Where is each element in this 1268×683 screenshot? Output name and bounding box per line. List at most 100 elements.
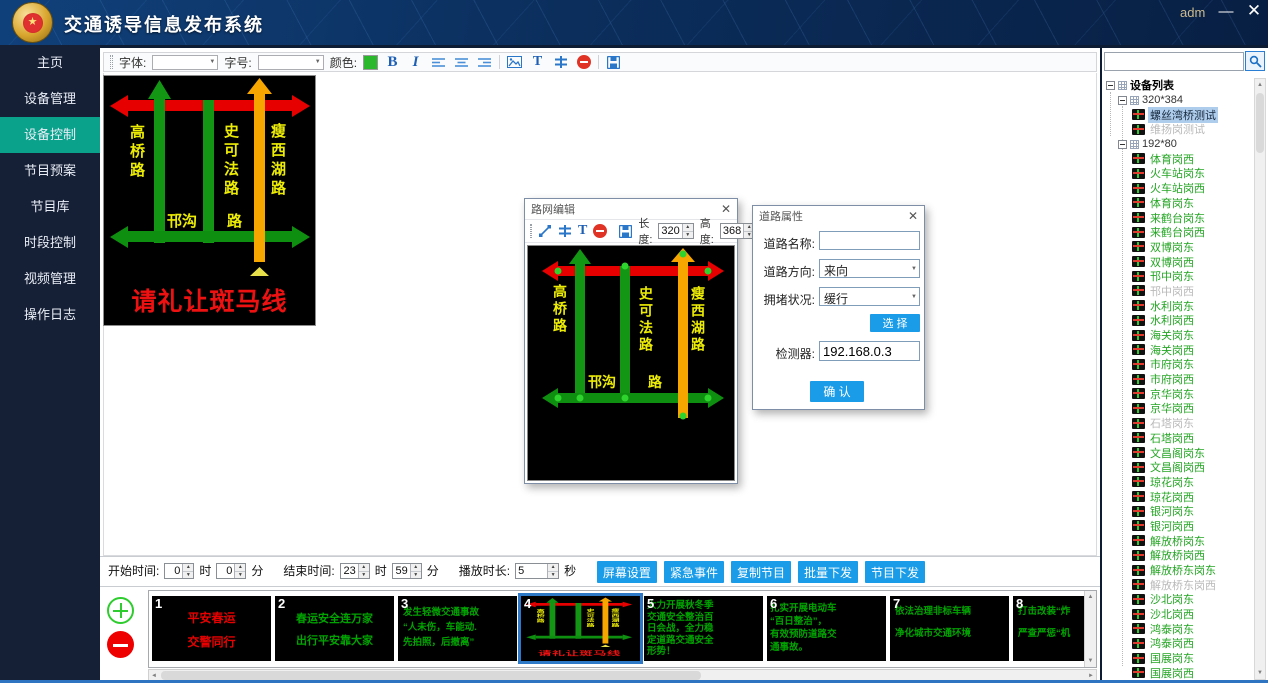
toolbar-drag-handle[interactable]	[530, 224, 532, 238]
action-button[interactable]: 批量下发	[798, 561, 858, 583]
road-network-canvas[interactable]: 高桥路 史可法路 瘦西湖路 邗沟 路	[527, 245, 735, 481]
device-item[interactable]: 螺丝湾桥测试	[1104, 107, 1254, 122]
device-item[interactable]: 维扬岗测试	[1104, 122, 1254, 137]
sidebar-item[interactable]: 操作日志	[0, 297, 100, 333]
spinner-up-icon[interactable]: ▲	[411, 564, 421, 572]
start-hour-spinner[interactable]: 0 ▲▼	[164, 563, 194, 579]
device-search-button[interactable]	[1245, 51, 1265, 71]
save-button[interactable]	[605, 54, 622, 70]
align-left-button[interactable]	[430, 54, 447, 70]
font-select[interactable]: ▼	[152, 55, 218, 70]
spinner-down-icon[interactable]: ▼	[183, 572, 193, 579]
device-item[interactable]: 双博岗西	[1104, 254, 1254, 269]
road-name-input[interactable]	[819, 231, 920, 250]
device-item[interactable]: 邗中岗西	[1104, 284, 1254, 299]
device-item[interactable]: 京华岗西	[1104, 401, 1254, 416]
device-search-input[interactable]	[1104, 52, 1244, 71]
device-item[interactable]: 琼花岗西	[1104, 489, 1254, 504]
device-group-192x80[interactable]: 192*80	[1104, 137, 1254, 152]
road-tool-button[interactable]	[558, 223, 572, 239]
device-item[interactable]: 鸿泰岗西	[1104, 636, 1254, 651]
device-item[interactable]: 石塔岗东	[1104, 416, 1254, 431]
sidebar-item[interactable]: 设备管理	[0, 81, 100, 117]
program-thumbnail[interactable]: 1 平安春运 交警同行	[152, 596, 271, 661]
program-thumbnail[interactable]: 5 大力开展秋冬季 交通安全整治百 日会战，全力稳 定道路交通安全 形势！	[644, 596, 763, 661]
delete-button[interactable]	[575, 54, 592, 70]
spinner-down-icon[interactable]: ▼	[683, 232, 693, 239]
close-icon[interactable]: ✕	[721, 202, 731, 216]
device-item[interactable]: 国展岗西	[1104, 666, 1254, 681]
device-item[interactable]: 银河岗东	[1104, 504, 1254, 519]
sidebar-item[interactable]: 时段控制	[0, 225, 100, 261]
device-item[interactable]: 京华岗东	[1104, 386, 1254, 401]
font-size-select[interactable]: ▼	[258, 55, 324, 70]
program-thumbnail[interactable]: 3 发生轻微交通事故 “人未伤，车能动. 先拍照，后撤离”	[398, 596, 517, 661]
sidebar-item[interactable]: 节目库	[0, 189, 100, 225]
device-item[interactable]: 市府岗东	[1104, 357, 1254, 372]
congestion-select[interactable]: 缓行 ▼	[819, 287, 920, 306]
road-tool-button[interactable]	[552, 54, 569, 70]
align-right-button[interactable]	[476, 54, 493, 70]
device-item[interactable]: 来鹤台岗东	[1104, 210, 1254, 225]
scroll-down-icon[interactable]: ▼	[1257, 669, 1263, 677]
detector-input[interactable]	[819, 341, 920, 361]
action-button[interactable]: 复制节目	[731, 561, 791, 583]
align-center-button[interactable]	[453, 54, 470, 70]
display-canvas[interactable]: 高桥路 史可法路 瘦西湖路 邗沟 路 请礼让斑马线	[103, 75, 316, 326]
add-program-button[interactable]	[107, 597, 134, 624]
draw-line-tool[interactable]	[538, 223, 552, 239]
device-item[interactable]: 水利岗西	[1104, 313, 1254, 328]
sidebar-item[interactable]: 节目预案	[0, 153, 100, 189]
program-thumbnail[interactable]: 7 依法治理非标车辆 净化城市交通环境	[890, 596, 1009, 661]
spinner-down-icon[interactable]: ▼	[411, 572, 421, 579]
scroll-right-icon[interactable]: ►	[1088, 672, 1094, 680]
delete-button[interactable]	[593, 223, 607, 239]
device-item[interactable]: 来鹤台岗西	[1104, 225, 1254, 240]
insert-image-button[interactable]	[506, 54, 523, 70]
spinner-up-icon[interactable]: ▲	[235, 564, 245, 572]
action-button[interactable]: 紧急事件	[664, 561, 724, 583]
spinner-up-icon[interactable]: ▲	[183, 564, 193, 572]
spinner-down-icon[interactable]: ▼	[359, 572, 369, 579]
device-item[interactable]: 解放桥东岗东	[1104, 563, 1254, 578]
close-icon[interactable]: ✕	[908, 209, 918, 223]
device-group-320x384[interactable]: 320*384	[1104, 93, 1254, 108]
collapse-icon[interactable]	[1118, 96, 1127, 105]
device-item[interactable]: 火车站岗西	[1104, 181, 1254, 196]
action-button[interactable]: 屏幕设置	[597, 561, 657, 583]
device-item[interactable]: 海关岗西	[1104, 342, 1254, 357]
scrollbar-thumb[interactable]	[1256, 93, 1264, 153]
text-tool-button[interactable]: T	[529, 54, 546, 70]
sidebar-item[interactable]: 视频管理	[0, 261, 100, 297]
device-item[interactable]: 解放桥岗东	[1104, 533, 1254, 548]
device-item[interactable]: 体育岗东	[1104, 196, 1254, 211]
road-direction-select[interactable]: 来向 ▼	[819, 259, 920, 278]
device-item[interactable]: 鸿泰岗东	[1104, 621, 1254, 636]
spinner-down-icon[interactable]: ▼	[548, 572, 558, 579]
text-tool-button[interactable]: T	[578, 223, 587, 239]
device-item[interactable]: 银河岗西	[1104, 519, 1254, 534]
duration-spinner[interactable]: 5 ▲▼	[515, 563, 559, 579]
length-spinner[interactable]: 320 ▲▼	[658, 223, 693, 239]
select-detector-button[interactable]: 选 择	[870, 314, 920, 332]
height-spinner[interactable]: 368 ▲▼	[720, 223, 755, 239]
end-minute-spinner[interactable]: 59 ▲▼	[392, 563, 422, 579]
bold-button[interactable]: B	[384, 54, 401, 70]
device-item[interactable]: 邗中岗东	[1104, 269, 1254, 284]
device-item[interactable]: 国展岗东	[1104, 651, 1254, 666]
sidebar-item[interactable]: 主页	[0, 45, 100, 81]
device-item[interactable]: 石塔岗西	[1104, 431, 1254, 446]
window-minimize-button[interactable]: —	[1216, 3, 1236, 20]
device-item[interactable]: 文昌阁岗西	[1104, 460, 1254, 475]
toolbar-drag-handle[interactable]	[110, 55, 113, 69]
device-item[interactable]: 解放桥东岗西	[1104, 577, 1254, 592]
spinner-up-icon[interactable]: ▲	[359, 564, 369, 572]
end-hour-spinner[interactable]: 23 ▲▼	[340, 563, 370, 579]
device-item[interactable]: 琼花岗东	[1104, 475, 1254, 490]
program-thumbnail[interactable]: 2 春运安全连万家 出行平安靠大家	[275, 596, 394, 661]
spinner-up-icon[interactable]: ▲	[683, 224, 693, 232]
program-thumbnail-selected[interactable]: 4 高桥路 史可法路 瘦西湖路 请礼让斑马线	[521, 596, 640, 661]
device-item[interactable]: 体育岗西	[1104, 151, 1254, 166]
action-button[interactable]: 节目下发	[865, 561, 925, 583]
collapse-icon[interactable]	[1106, 81, 1115, 90]
